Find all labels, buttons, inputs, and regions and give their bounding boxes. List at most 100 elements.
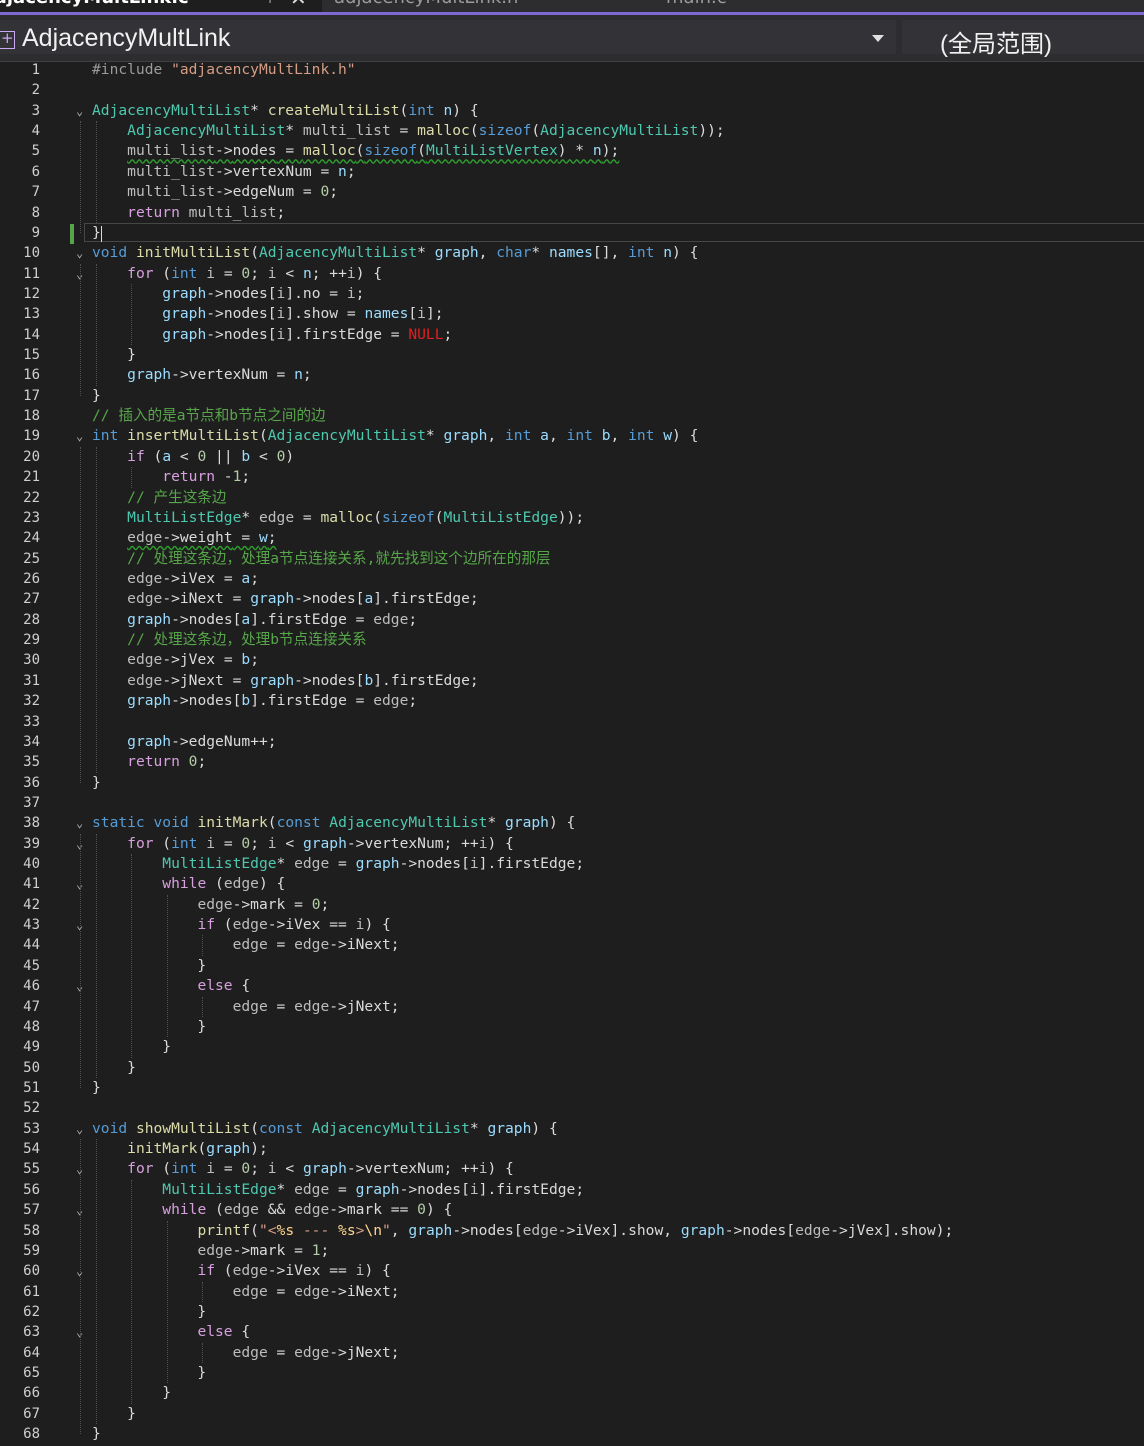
code-line[interactable]: 64 edge = edge->jNext; bbox=[0, 1343, 1144, 1363]
fold-chevron-icon[interactable]: ⌄ bbox=[76, 246, 83, 260]
line-number: 32 bbox=[23, 693, 40, 710]
code-line[interactable]: 56 MultiListEdge* edge = graph->nodes[i]… bbox=[0, 1180, 1144, 1200]
code-line[interactable]: 53 ⌄ void showMultiList(const AdjacencyMul… bbox=[0, 1119, 1144, 1139]
code-line[interactable]: 31 edge->jNext = graph->nodes[b].firstEd… bbox=[0, 671, 1144, 691]
code-line[interactable]: 34 graph->edgeNum++; bbox=[0, 732, 1144, 752]
code-line[interactable]: 60 ⌄ if (edge->iVex == i) { bbox=[0, 1261, 1144, 1281]
code-line[interactable]: 46 ⌄ else { bbox=[0, 976, 1144, 996]
code-line[interactable]: 14 graph->nodes[i].firstEdge = NULL; bbox=[0, 325, 1144, 345]
code-line[interactable]: 11 ⌄ for (int i = 0; i < n; ++i) { bbox=[0, 264, 1144, 284]
code-line[interactable]: 26 edge->iVex = a; bbox=[0, 569, 1144, 589]
code-line[interactable]: 66 } bbox=[0, 1383, 1144, 1403]
code-token: -> bbox=[329, 997, 347, 1015]
code-token: a bbox=[241, 570, 251, 587]
code-line[interactable]: 65 } bbox=[0, 1363, 1144, 1383]
line-number: 14 bbox=[23, 326, 40, 343]
code-line[interactable]: 63 ⌄ else { bbox=[0, 1322, 1144, 1342]
code-line[interactable]: 32 graph->nodes[b].firstEdge = edge; bbox=[0, 691, 1144, 711]
code-line[interactable]: 1 #include "adjacencyMultLink.h" bbox=[0, 60, 1144, 80]
code-line[interactable]: 3 ⌄ AdjacencyMultiList* createMultiList(in… bbox=[0, 101, 1144, 121]
line-number: 39 bbox=[23, 835, 40, 852]
code-line[interactable]: 6 multi_list->vertexNum = n; bbox=[0, 162, 1144, 182]
code-line[interactable]: 51} bbox=[0, 1078, 1144, 1098]
code-token: edge bbox=[795, 1221, 831, 1239]
code-token: ( bbox=[399, 101, 409, 119]
code-line[interactable]: 18 // 插入的是a节点和b节点之间的边 bbox=[0, 406, 1144, 426]
code-line[interactable]: 29 // 处理这条边，处理b节点连接关系 bbox=[0, 630, 1144, 650]
code-line[interactable]: 38 ⌄ static void initMark(const AdjacencyM… bbox=[0, 813, 1144, 833]
code-line[interactable]: 28 graph->nodes[a].firstEdge = edge; bbox=[0, 610, 1144, 630]
line-number: 35 bbox=[23, 754, 40, 771]
code-line[interactable]: 30 edge->jVex = b; bbox=[0, 650, 1144, 670]
code-line[interactable]: 13 graph->nodes[i].show = names[i]; bbox=[0, 304, 1144, 324]
code-line[interactable]: 23 MultiListEdge* edge = malloc(sizeof(M… bbox=[0, 508, 1144, 528]
tab-adjacencymultlink-c[interactable]: djacencyMultLink.c ⊣ ✕ bbox=[0, 0, 322, 12]
code-line[interactable]: 52 bbox=[0, 1098, 1144, 1118]
code-line[interactable]: 10 ⌄ void initMultiList(AdjacencyMultiList… bbox=[0, 243, 1144, 263]
code-text: void showMultiList(const AdjacencyMultiL… bbox=[92, 1119, 558, 1139]
pin-icon[interactable]: ⊣ bbox=[258, 0, 272, 7]
code-line[interactable]: 2 bbox=[0, 80, 1144, 100]
code-line[interactable]: 24 edge->weight = w; bbox=[0, 528, 1144, 548]
code-line[interactable]: 68} bbox=[0, 1424, 1144, 1444]
code-line[interactable]: 45 } bbox=[0, 956, 1144, 976]
code-line[interactable]: 35 return 0; bbox=[0, 752, 1144, 772]
code-line[interactable]: 21 return -1; bbox=[0, 467, 1144, 487]
code-line[interactable]: 5 multi_list->nodes = malloc(sizeof(Mult… bbox=[0, 141, 1144, 161]
fold-chevron-icon[interactable]: ⌄ bbox=[76, 429, 83, 443]
fold-chevron-icon[interactable]: ⌄ bbox=[76, 816, 83, 830]
code-token: edge bbox=[294, 1201, 330, 1219]
code-line[interactable]: 49 } bbox=[0, 1037, 1144, 1057]
code-text: while (edge && edge->mark == 0) { bbox=[92, 1200, 452, 1220]
code-line[interactable]: 50 } bbox=[0, 1058, 1144, 1078]
fold-chevron-icon[interactable]: ⌄ bbox=[76, 104, 83, 118]
scope-guide bbox=[80, 121, 81, 233]
code-line[interactable]: 43 ⌄ if (edge->iVex == i) { bbox=[0, 915, 1144, 935]
code-line[interactable]: 8 return multi_list; bbox=[0, 203, 1144, 223]
tab-adjacencymultlink-h[interactable]: adjacencyMultLink.h bbox=[324, 0, 654, 12]
code-token: iNext bbox=[346, 1282, 391, 1300]
code-line[interactable]: 61 edge = edge->iNext; bbox=[0, 1282, 1144, 1302]
tab-main-c[interactable]: main.c bbox=[656, 0, 836, 12]
scope-dropdown[interactable]: (全局范围) bbox=[902, 20, 1144, 58]
code-line[interactable]: 27 edge->iNext = graph->nodes[a].firstEd… bbox=[0, 589, 1144, 609]
code-line[interactable]: 7 multi_list->edgeNum = 0; bbox=[0, 182, 1144, 202]
code-line[interactable]: 15 } bbox=[0, 345, 1144, 365]
code-line[interactable]: 41 ⌄ while (edge) { bbox=[0, 874, 1144, 894]
code-editor[interactable]: 1 #include "adjacencyMultLink.h" 2 3 ⌄ Adjace… bbox=[0, 60, 1144, 1446]
code-line[interactable]: 37 bbox=[0, 793, 1144, 813]
code-line[interactable]: 59 edge->mark = 1; bbox=[0, 1241, 1144, 1261]
code-line[interactable]: 54 initMark(graph); bbox=[0, 1139, 1144, 1159]
code-line[interactable]: 20 if (a < 0 || b < 0) bbox=[0, 447, 1144, 467]
code-line[interactable]: 36} bbox=[0, 773, 1144, 793]
project-dropdown[interactable]: + AdjacencyMultLink bbox=[0, 20, 896, 54]
code-token: edge bbox=[232, 916, 268, 934]
code-line[interactable]: 47 edge = edge->jNext; bbox=[0, 997, 1144, 1017]
code-token: = bbox=[267, 366, 295, 384]
code-line[interactable]: 67 } bbox=[0, 1404, 1144, 1424]
code-line[interactable]: 40 MultiListEdge* edge = graph->nodes[i]… bbox=[0, 854, 1144, 874]
code-line[interactable]: 62 } bbox=[0, 1302, 1144, 1322]
close-icon[interactable]: ✕ bbox=[290, 0, 307, 10]
chevron-down-icon[interactable] bbox=[872, 35, 884, 42]
code-line[interactable]: 19 ⌄ int insertMultiList(AdjacencyMultiLis… bbox=[0, 426, 1144, 446]
code-line[interactable]: 4 AdjacencyMultiList* multi_list = mallo… bbox=[0, 121, 1144, 141]
code-line[interactable]: 16 graph->vertexNum = n; bbox=[0, 365, 1144, 385]
code-line[interactable]: 48 } bbox=[0, 1017, 1144, 1037]
code-token: -> bbox=[162, 529, 180, 547]
code-line[interactable]: 22 // 产生这条边 bbox=[0, 488, 1144, 508]
code-token: nodes bbox=[188, 610, 233, 628]
code-line[interactable]: 42 edge->mark = 0; bbox=[0, 895, 1144, 915]
code-line[interactable]: 39 ⌄ for (int i = 0; i < graph->vertexNum… bbox=[0, 834, 1144, 854]
code-token: // 处理这条边，处理a节点连接关系,就先找到这个边所在的那层 bbox=[127, 549, 551, 567]
code-line[interactable]: 44 edge = edge->iNext; bbox=[0, 935, 1144, 955]
code-line[interactable]: 9} bbox=[0, 223, 1144, 243]
code-line[interactable]: 25 // 处理这条边，处理a节点连接关系,就先找到这个边所在的那层 bbox=[0, 549, 1144, 569]
fold-chevron-icon[interactable]: ⌄ bbox=[76, 1122, 83, 1136]
code-line[interactable]: 17} bbox=[0, 386, 1144, 406]
code-line[interactable]: 33 bbox=[0, 712, 1144, 732]
code-line[interactable]: 57 ⌄ while (edge && edge->mark == 0) { bbox=[0, 1200, 1144, 1220]
code-line[interactable]: 12 graph->nodes[i].no = i; bbox=[0, 284, 1144, 304]
code-line[interactable]: 58 printf("<%s --- %s>\n", graph->nodes[… bbox=[0, 1221, 1144, 1241]
code-line[interactable]: 55 ⌄ for (int i = 0; i < graph->vertexNum… bbox=[0, 1159, 1144, 1179]
